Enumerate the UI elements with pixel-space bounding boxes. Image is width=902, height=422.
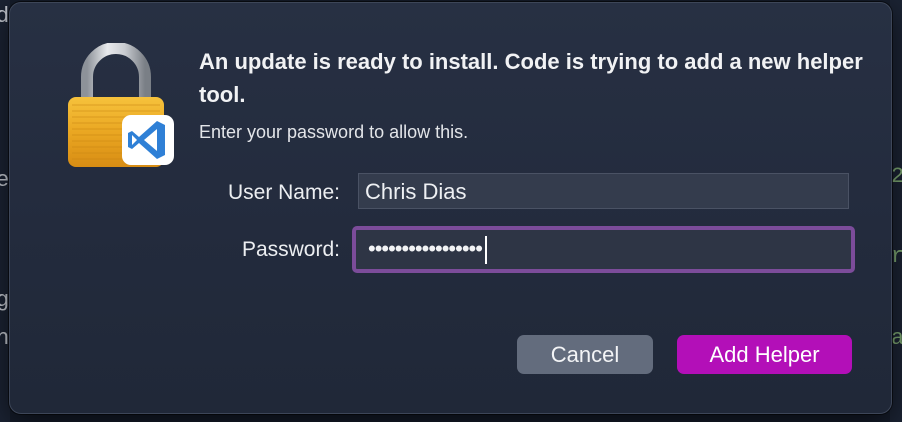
background-text: 2 [891, 164, 902, 189]
lock-with-vscode-badge-icon [62, 42, 182, 173]
dialog-title: An update is ready to install. Code is t… [199, 49, 863, 107]
password-field[interactable]: ••••••••••••••••• [352, 226, 855, 273]
password-mask: ••••••••••••••••• [368, 236, 483, 261]
background-text: n [0, 326, 10, 351]
background-text: g [0, 288, 10, 313]
add-helper-button[interactable]: Add Helper [677, 335, 852, 374]
password-label: Password: [241, 238, 340, 261]
background-text: r [891, 244, 902, 269]
background-text: e [0, 168, 10, 193]
background-text: d [0, 4, 10, 29]
user-name-field[interactable]: Chris Dias [358, 173, 849, 209]
text-caret [484, 236, 487, 265]
user-name-value: Chris Dias [365, 179, 467, 204]
password-value: ••••••••••••••••• [368, 234, 487, 265]
authorization-dialog: An update is ready to install. Code is t… [9, 2, 892, 414]
dialog-subtitle: Enter your password to allow this. [199, 122, 469, 142]
background-text: a [891, 326, 902, 351]
cancel-button[interactable]: Cancel [517, 335, 653, 374]
user-name-label: User Name: [227, 181, 340, 204]
